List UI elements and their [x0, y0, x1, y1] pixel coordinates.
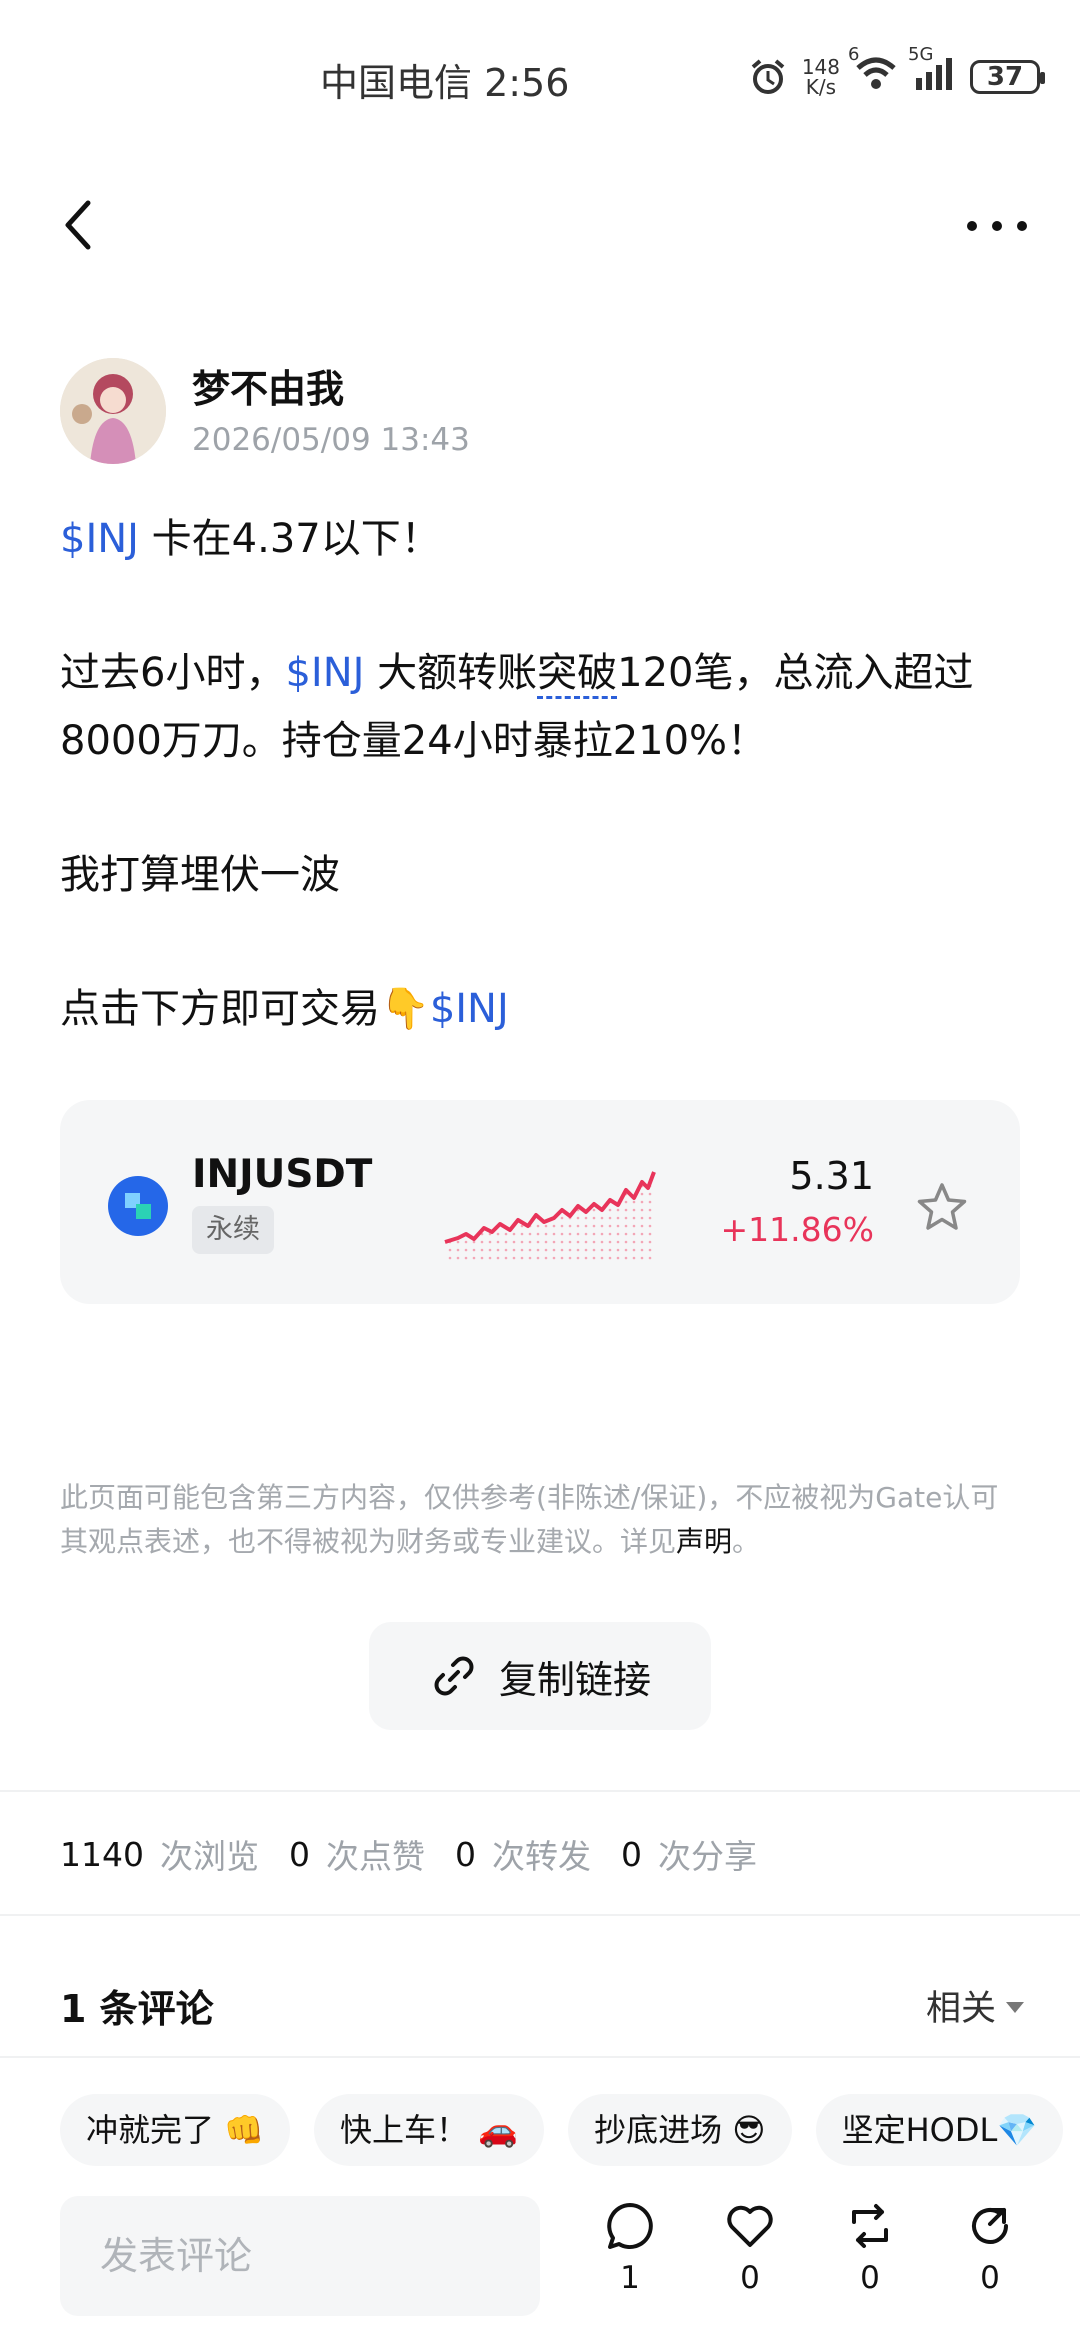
- likes-label: 次点赞: [325, 1837, 425, 1876]
- star-icon: [917, 1183, 967, 1230]
- caret-down-icon: [1006, 2002, 1024, 2013]
- heart-icon: [727, 2205, 773, 2247]
- signal-icon: 5G: [908, 44, 956, 97]
- divider: [0, 1790, 1080, 1792]
- link-icon: [434, 1656, 474, 1696]
- carrier-time: 中国电信 2:56: [320, 61, 570, 105]
- shares-count: 0: [620, 1834, 642, 1874]
- battery-icon: 37: [970, 59, 1045, 94]
- post-paragraph: 我打算埋伏一波: [60, 852, 340, 898]
- chevron-left-icon: [65, 200, 91, 250]
- more-icon: [967, 221, 1027, 231]
- more-options-button[interactable]: [962, 200, 1032, 250]
- ticker-tag-link[interactable]: $INJ: [430, 986, 509, 1032]
- alarm-icon: [751, 58, 785, 94]
- views-label: 次浏览: [159, 1837, 259, 1876]
- quick-reply-chip[interactable]: 抄底进场 😎: [568, 2094, 792, 2166]
- point-down-emoji: 👇: [380, 986, 430, 1032]
- sort-dropdown[interactable]: 相关: [926, 1980, 1024, 2031]
- status-icons: 148 K/s 6 5G 37: [748, 44, 1045, 99]
- ticker-change: +11.86%: [720, 1210, 874, 1249]
- quick-reply-chip[interactable]: 快上车！ 🚗: [314, 2094, 545, 2166]
- comment-count: 1: [620, 2260, 640, 2296]
- statement-link[interactable]: 声明: [676, 1525, 732, 1558]
- post-paragraph: 过去6小时，$INJ 大额转账突破120笔，总流入超过8000万刀。持仓量24小…: [60, 650, 974, 764]
- shares-label: 次分享: [657, 1837, 757, 1876]
- copy-link-button[interactable]: 复制链接: [369, 1622, 711, 1730]
- inj-coin-icon: [108, 1176, 168, 1236]
- quick-reply-chip[interactable]: 冲就完了 👊: [60, 2094, 291, 2166]
- divider: [0, 1914, 1080, 1916]
- ticker-symbol: INJUSDT: [192, 1152, 373, 1197]
- ticker-tag-link[interactable]: $INJ: [60, 516, 139, 562]
- back-button[interactable]: [58, 195, 108, 255]
- share-count: 0: [980, 2260, 1000, 2296]
- repost-count: 0: [860, 2260, 880, 2296]
- copy-link-label: 复制链接: [498, 1657, 651, 1702]
- ticker-card[interactable]: INJUSDT 永续 5.31 +11.86%: [60, 1100, 1020, 1304]
- post-stats: 1140 次浏览 0 次点赞 0 次转发 0 次分享: [60, 1830, 787, 1878]
- ticker-price: 5.31: [789, 1154, 874, 1198]
- ticker-tag-link[interactable]: $INJ: [285, 650, 364, 696]
- term-link[interactable]: 突破: [537, 650, 618, 699]
- contract-type-badge: 永续: [192, 1206, 274, 1254]
- reposts-label: 次转发: [491, 1837, 591, 1876]
- repost-button[interactable]: 0: [830, 2200, 910, 2296]
- comment-icon: [607, 2203, 653, 2249]
- post-date: 2026/05/09 13:43: [192, 422, 470, 458]
- comment-button[interactable]: 1: [590, 2200, 670, 2296]
- like-button[interactable]: 0: [710, 2200, 790, 2296]
- wifi-icon: 6: [848, 44, 898, 97]
- likes-count: 0: [288, 1834, 310, 1874]
- like-count: 0: [740, 2260, 760, 2296]
- favorite-button[interactable]: [914, 1180, 970, 1236]
- quick-reply-chips: 冲就完了 👊 快上车！ 🚗 抄底进场 😎 坚定HODL💎: [60, 2094, 1064, 2166]
- price-sparkline: [444, 1171, 656, 1260]
- avatar[interactable]: [60, 358, 166, 464]
- post-paragraph: $INJ 卡在4.37以下！: [60, 516, 441, 562]
- quick-reply-chip[interactable]: 坚定HODL💎: [815, 2094, 1064, 2166]
- status-bar: 中国电信 2:56 148 K/s 6 5G 37: [0, 0, 1080, 150]
- disclaimer: 此页面可能包含第三方内容，仅供参考(非陈述/保证)，不应被视为Gate认可其观点…: [60, 1481, 999, 1558]
- sort-label: 相关: [925, 1989, 996, 2029]
- views-count: 1140: [60, 1834, 144, 1874]
- share-button[interactable]: 0: [950, 2200, 1030, 2296]
- post-body: $INJ 卡在4.37以下！ 过去6小时，$INJ 大额转账突破120笔，总流入…: [60, 505, 1020, 1109]
- reposts-count: 0: [454, 1834, 476, 1874]
- author-name[interactable]: 梦不由我: [192, 358, 344, 413]
- comments-title: 1 条评论: [60, 1987, 214, 2031]
- repost-icon: [852, 2204, 888, 2248]
- network-speed: 148 K/s: [801, 54, 840, 99]
- share-icon: [972, 2208, 1008, 2244]
- comment-input[interactable]: 发表评论: [60, 2196, 540, 2316]
- divider: [0, 2056, 1080, 2058]
- post-paragraph: 点击下方即可交易👇$INJ: [60, 986, 509, 1032]
